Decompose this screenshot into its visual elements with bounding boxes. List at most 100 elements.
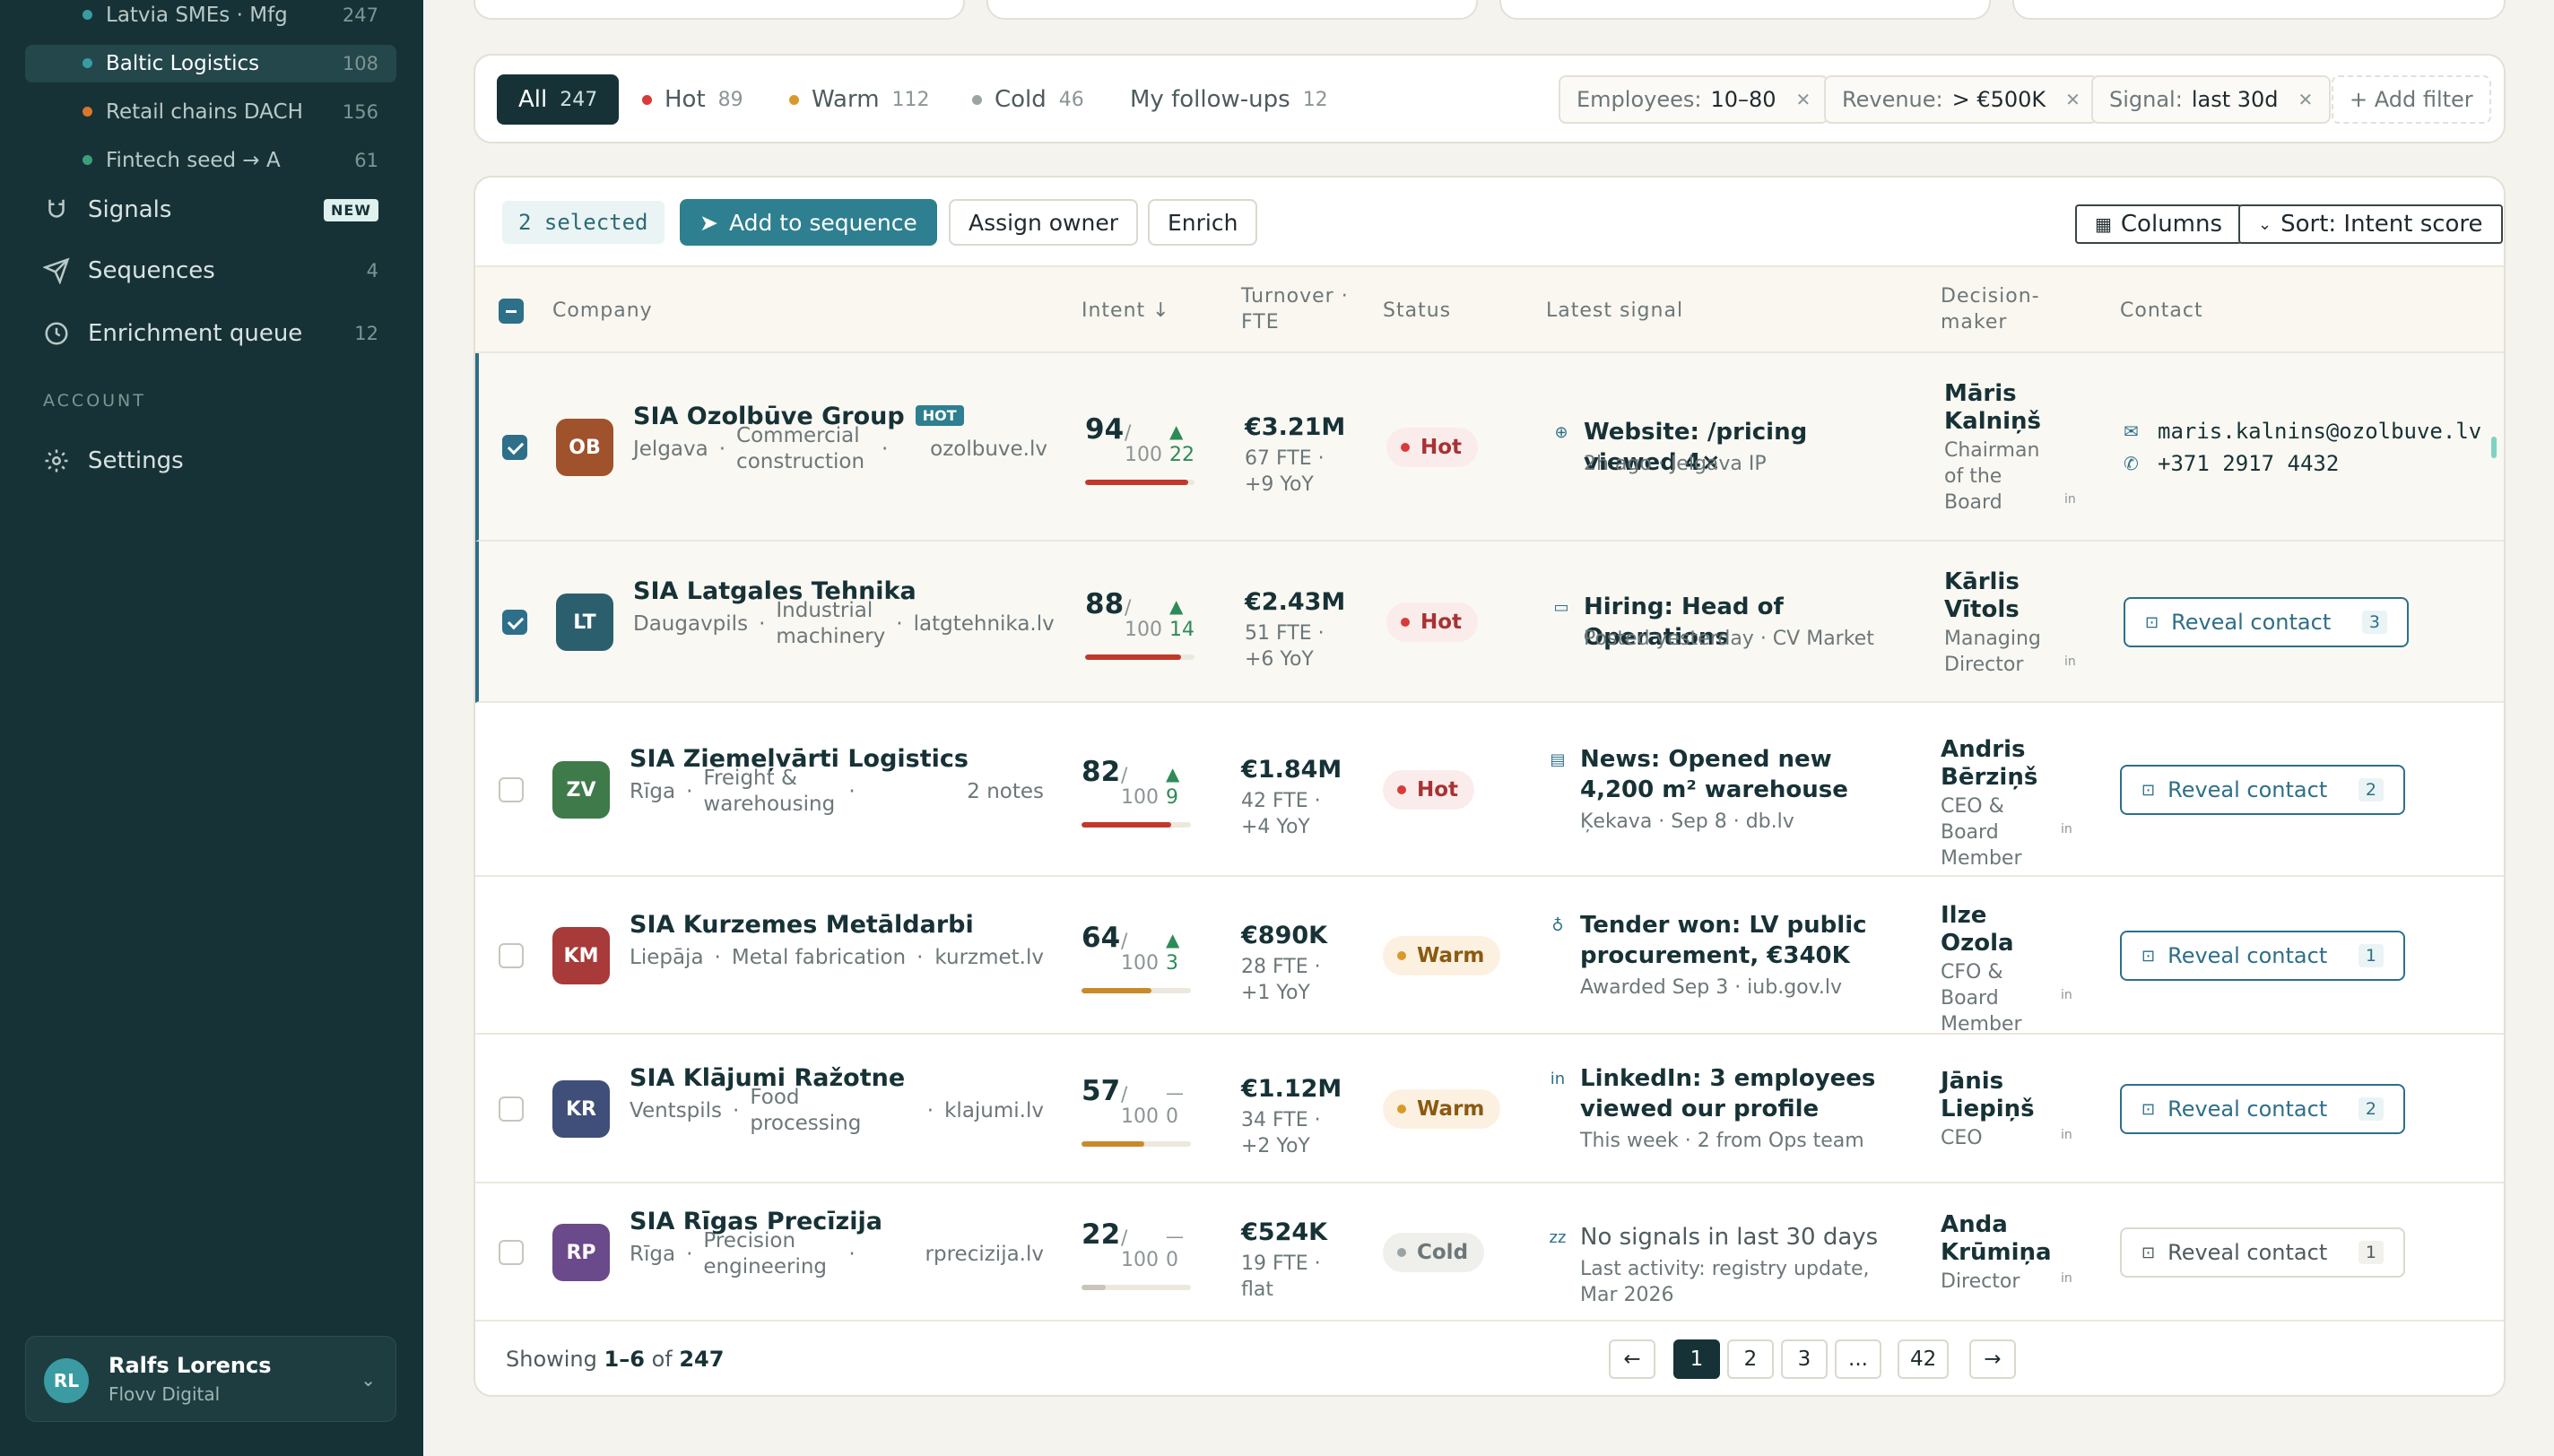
decision-maker-name[interactable]: Māris Kalniņš	[1944, 380, 2070, 436]
chip-signal[interactable]: Signal: last 30d ✕	[2091, 75, 2332, 124]
page-button-42[interactable]: 42	[1898, 1339, 1950, 1379]
sort-button[interactable]: ⌄ Sort: Intent score	[2238, 204, 2503, 244]
filter-followups-label: My follow-ups	[1130, 86, 1290, 113]
prev-page-button[interactable]: ←	[1609, 1339, 1655, 1379]
nav-settings[interactable]: Settings	[25, 436, 396, 486]
segment-item[interactable]: Retail chains DACH 156	[25, 93, 396, 131]
reveal-contact-button[interactable]: ⊡ Reveal contact 2	[2120, 1084, 2405, 1134]
status-label: Hot	[1420, 436, 1463, 459]
chip-employees[interactable]: Employees: 10–80 ✕	[1559, 75, 1829, 124]
decision-maker-name[interactable]: Anda Krūmiņa	[1941, 1211, 2066, 1267]
col-contact[interactable]: Contact	[2120, 298, 2203, 324]
reveal-contact-button[interactable]: ⊡ Reveal contact 1	[2120, 931, 2405, 981]
row-checkbox[interactable]	[499, 777, 524, 802]
col-status[interactable]: Status	[1383, 298, 1451, 324]
linkedin-icon[interactable]: in	[2061, 1271, 2072, 1286]
status-dot-icon	[1397, 951, 1406, 960]
company-domain[interactable]: klajumi.lv	[944, 1099, 1044, 1122]
add-filter-button[interactable]: + Add filter	[2332, 75, 2491, 124]
send-icon	[43, 257, 70, 284]
company-domain[interactable]: rprecizija.lv	[925, 1243, 1044, 1266]
turnover-value: €3.21M	[1245, 413, 1346, 441]
page-button-3[interactable]: 3	[1781, 1339, 1828, 1379]
nav-signals[interactable]: Signals NEW	[25, 185, 396, 235]
segment-item[interactable]: Fintech seed → A 61	[25, 142, 396, 179]
table-row[interactable]: KM SIA Kurzemes Metāldarbi Liepāja · Metal f…	[475, 877, 2504, 1036]
columns-icon: ▦	[2095, 213, 2112, 235]
page-button-2[interactable]: 2	[1727, 1339, 1774, 1379]
col-decision-maker[interactable]: Decision-maker	[1941, 283, 2057, 335]
decision-maker-name[interactable]: Kārlis Vītols	[1944, 568, 2070, 624]
user-menu[interactable]: RL Ralfs Lorencs Flovv Digital ⌄	[25, 1336, 396, 1422]
linkedin-icon[interactable]: in	[2064, 492, 2076, 507]
segment-item[interactable]: Latvia SMEs · Mfg 247	[25, 0, 396, 34]
filter-my-follow-ups[interactable]: My follow-ups 12	[1130, 74, 1328, 125]
intent-delta: 0	[1166, 1105, 1178, 1128]
columns-button[interactable]: ▦ Columns	[2075, 204, 2243, 244]
chip-revenue[interactable]: Revenue: > €500K ✕	[1824, 75, 2098, 124]
cold-dot-icon	[972, 94, 982, 105]
reveal-contact-button[interactable]: ⊡ Reveal contact 3	[2124, 597, 2409, 647]
company-meta: Jelgava · Commercial construction · ozolbuve…	[633, 422, 1047, 476]
add-to-sequence-button[interactable]: ➤ Add to sequence	[680, 199, 937, 246]
col-turnover[interactable]: Turnover · FTE	[1241, 283, 1349, 335]
nav-enrichment-queue[interactable]: Enrichment queue 12	[25, 308, 396, 359]
table-row[interactable]: KR SIA Klājumi Ražotne Ventspils · Food proc…	[475, 1035, 2504, 1183]
filter-all[interactable]: All 247	[497, 74, 620, 125]
intent-bar	[1082, 1141, 1191, 1147]
account-section-label: ACCOUNT	[43, 391, 146, 411]
intent-score: 64	[1082, 922, 1121, 954]
table-row[interactable]: RP SIA Rīgas Precīzija Rīga · Precision engi…	[475, 1183, 2504, 1322]
table-row[interactable]: ZV SIA Ziemeļvārti Logistics Rīga · Freight …	[475, 703, 2504, 877]
page-ellipsis: ...	[1835, 1339, 1881, 1379]
intent-bar-fill	[1082, 988, 1152, 993]
company-domain[interactable]: ozolbuve.lv	[930, 438, 1047, 461]
assign-owner-button[interactable]: Assign owner	[949, 199, 1139, 246]
filter-hot[interactable]: Hot 89	[642, 74, 743, 125]
row-checkbox[interactable]	[502, 435, 527, 460]
row-checkbox[interactable]	[499, 1240, 524, 1265]
table-row[interactable]: OB SIA Ozolbūve Group HOT Jelgava · Commercia…	[475, 353, 2504, 542]
company-meta: Rīga · Precision engineering · rprecizija.lv	[630, 1227, 1044, 1281]
segment-label: Fintech seed → A	[106, 149, 281, 172]
close-icon[interactable]: ✕	[1796, 89, 1811, 110]
company-domain[interactable]: 2 notes	[967, 780, 1044, 803]
col-latest-signal[interactable]: Latest signal	[1546, 298, 1683, 324]
segment-label: Retail chains DACH	[106, 100, 303, 124]
segment-item[interactable]: Baltic Logistics 108	[25, 45, 396, 82]
company-avatar: LT	[556, 594, 613, 651]
reveal-contact-button[interactable]: ⊡ Reveal contact 2	[2120, 765, 2405, 815]
row-checkbox[interactable]	[502, 610, 527, 635]
linkedin-icon[interactable]: in	[2064, 654, 2076, 669]
decision-maker-name[interactable]: Jānis Liepiņš	[1941, 1068, 2066, 1123]
table-row[interactable]: LT SIA Latgales Tehnika Daugavpils · Industr…	[475, 542, 2504, 703]
filter-warm[interactable]: Warm 112	[789, 74, 930, 125]
company-avatar: RP	[552, 1224, 610, 1281]
reveal-contact-button[interactable]: ⊡ Reveal contact 1	[2120, 1227, 2405, 1278]
linkedin-icon[interactable]: in	[2061, 988, 2072, 1002]
filter-cold[interactable]: Cold 46	[972, 74, 1084, 125]
status-badge: Hot	[1383, 770, 1475, 810]
linkedin-icon[interactable]: in	[2061, 1128, 2072, 1142]
next-page-button[interactable]: →	[1969, 1339, 2016, 1379]
contact-email[interactable]: maris.kalnins@ozolbuve.lv	[2158, 419, 2481, 444]
row-checkbox[interactable]	[499, 943, 524, 968]
decision-maker-name[interactable]: Ilze Ozola	[1941, 902, 2066, 958]
linkedin-icon[interactable]: in	[2061, 822, 2072, 836]
company-domain[interactable]: kurzmet.lv	[934, 946, 1044, 969]
col-intent[interactable]: Intent ↓	[1082, 298, 1170, 324]
segment-dot-icon	[83, 155, 92, 165]
decision-maker-name[interactable]: Andris Bērziņš	[1941, 736, 2066, 792]
row-checkbox[interactable]	[499, 1096, 524, 1122]
signal-subtitle: This week · 2 from Ops team	[1580, 1130, 1864, 1152]
select-all-checkbox[interactable]	[499, 299, 524, 324]
col-company[interactable]: Company	[552, 298, 653, 324]
company-domain[interactable]: latgtehnika.lv	[914, 612, 1055, 636]
page-button-1[interactable]: 1	[1673, 1339, 1720, 1379]
intent-bar-fill	[1085, 654, 1182, 660]
nav-sequences[interactable]: Sequences 4	[25, 246, 396, 296]
close-icon[interactable]: ✕	[2298, 89, 2314, 110]
contact-phone[interactable]: +371 2917 4432	[2158, 451, 2339, 476]
enrich-button[interactable]: Enrich	[1148, 199, 1258, 246]
close-icon[interactable]: ✕	[2065, 89, 2081, 110]
